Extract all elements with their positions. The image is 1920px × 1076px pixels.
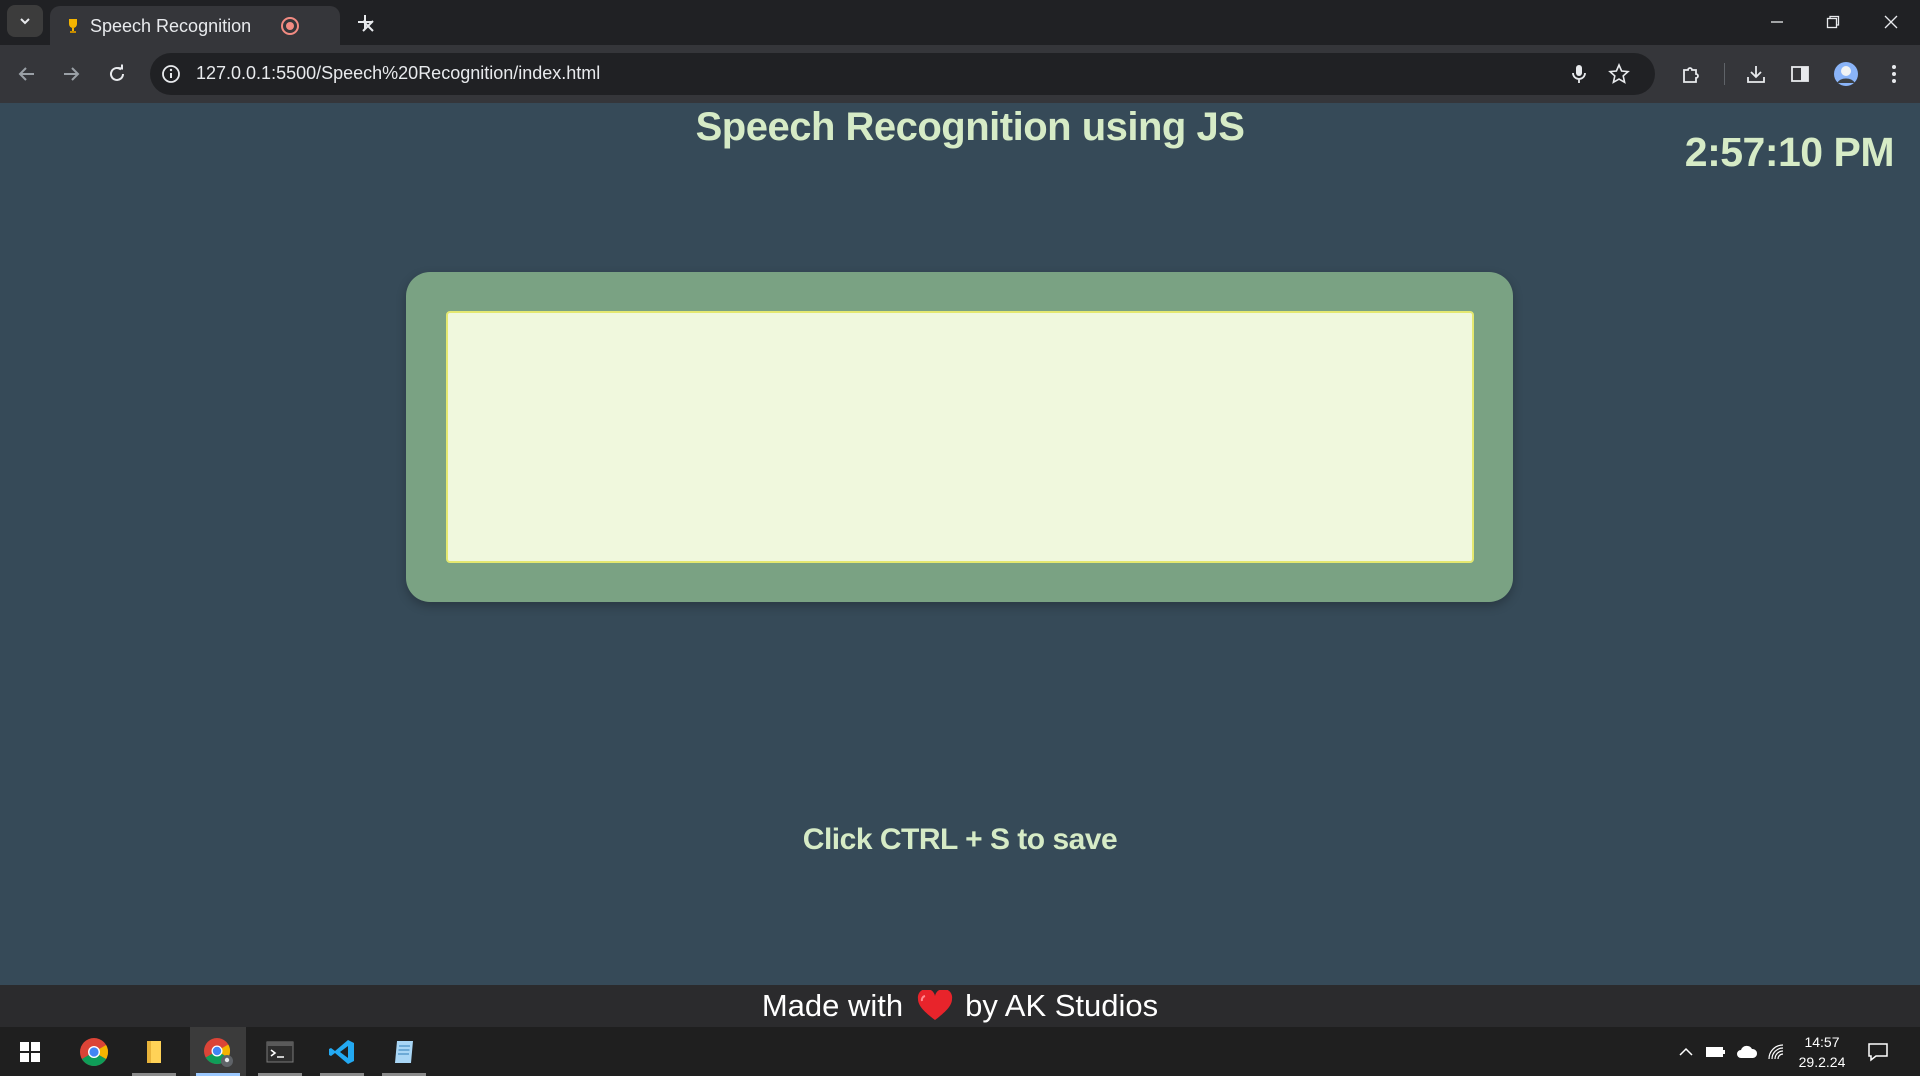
clock: 2:57:10 PM	[1684, 129, 1895, 175]
vscode-icon	[329, 1039, 354, 1064]
recording-indicator-icon	[281, 17, 299, 35]
browser-toolbar: 127.0.0.1:5500/Speech%20Recognition/inde…	[0, 45, 1920, 103]
url-text[interactable]: 127.0.0.1:5500/Speech%20Recognition/inde…	[196, 63, 600, 84]
footer-prefix: Made with	[761, 988, 904, 1023]
system-time: 14:57	[1804, 1034, 1840, 1050]
file-explorer-icon	[147, 1040, 161, 1063]
taskbar-chrome[interactable]	[66, 1027, 122, 1076]
browser-tab-bar: Speech Recognition	[0, 0, 1920, 45]
footer-suffix: by AK Studios	[965, 988, 1159, 1023]
extensions-button[interactable]	[1677, 60, 1705, 88]
arrow-right-icon	[64, 67, 80, 81]
transcript-textarea[interactable]	[446, 311, 1474, 563]
page-content: Speech Recognition using JS 2:57:10 PM C…	[0, 103, 1920, 985]
network-tray-button[interactable]	[1766, 1042, 1788, 1062]
trophy-favicon-icon	[69, 19, 77, 33]
minimize-icon	[1771, 21, 1783, 23]
chrome-icon	[80, 1037, 108, 1066]
taskbar-terminal[interactable]	[252, 1027, 308, 1076]
battery-tray-button[interactable]	[1705, 1042, 1727, 1062]
system-clock[interactable]: 14:57 29.2.24	[1792, 1032, 1852, 1072]
battery-icon	[1706, 1047, 1725, 1057]
cloud-icon	[1737, 1045, 1758, 1058]
tab-search-button[interactable]	[7, 5, 43, 37]
puzzle-icon	[1683, 67, 1699, 83]
notification-icon	[1868, 1043, 1888, 1062]
terminal-icon	[266, 1041, 294, 1062]
chevron-down-icon	[20, 18, 30, 25]
side-panel-button[interactable]	[1786, 60, 1814, 88]
arrow-left-icon	[18, 67, 34, 81]
page-title: Speech Recognition using JS	[695, 105, 1245, 149]
reload-button[interactable]	[104, 61, 130, 87]
start-button[interactable]	[2, 1027, 58, 1076]
save-hint: Click CTRL + S to save	[802, 823, 1118, 856]
footer: Made with by AK Studios	[0, 985, 1920, 1027]
address-bar[interactable]: 127.0.0.1:5500/Speech%20Recognition/inde…	[150, 53, 1655, 95]
tab-title: Speech Recognition	[90, 16, 252, 36]
system-date: 29.2.24	[1798, 1054, 1846, 1070]
close-icon	[1884, 15, 1898, 29]
taskbar-file-explorer[interactable]	[126, 1027, 182, 1076]
microphone-icon[interactable]	[1568, 63, 1590, 85]
download-icon	[1747, 66, 1765, 83]
close-window-button[interactable]	[1868, 8, 1914, 36]
avatar	[1834, 62, 1858, 86]
back-button[interactable]	[14, 61, 40, 87]
toolbar-divider	[1724, 63, 1725, 85]
downloads-button[interactable]	[1742, 60, 1770, 88]
side-panel-icon	[1791, 66, 1809, 82]
reload-icon	[110, 64, 124, 81]
restore-icon	[1826, 15, 1840, 29]
chrome-profile-icon	[204, 1037, 233, 1067]
taskbar-chrome-profile[interactable]	[190, 1027, 246, 1076]
taskbar-notepad[interactable]	[376, 1027, 432, 1076]
taskbar: 14:57 29.2.24	[0, 1027, 1920, 1076]
browser-tab[interactable]: Speech Recognition	[50, 6, 374, 45]
bookmark-star-icon[interactable]	[1608, 63, 1630, 85]
more-vertical-icon	[1892, 65, 1896, 83]
notepad-icon	[395, 1040, 413, 1063]
wifi-icon	[1768, 1044, 1784, 1060]
site-info-icon[interactable]	[160, 63, 182, 85]
start-icon	[20, 1041, 40, 1062]
forward-button[interactable]	[58, 61, 84, 87]
new-tab-icon[interactable]	[352, 9, 378, 35]
chevron-up-icon	[1679, 1047, 1693, 1056]
notification-center-button[interactable]	[1867, 1042, 1889, 1062]
onedrive-tray-button[interactable]	[1736, 1042, 1758, 1062]
menu-button[interactable]	[1880, 60, 1908, 88]
transcript-card	[406, 272, 1513, 602]
profile-button[interactable]	[1832, 60, 1860, 88]
show-hidden-icons-button[interactable]	[1675, 1042, 1697, 1062]
heart-icon	[918, 990, 953, 1020]
taskbar-vscode[interactable]	[314, 1027, 370, 1076]
restore-button[interactable]	[1810, 8, 1856, 36]
minimize-button[interactable]	[1754, 8, 1800, 36]
